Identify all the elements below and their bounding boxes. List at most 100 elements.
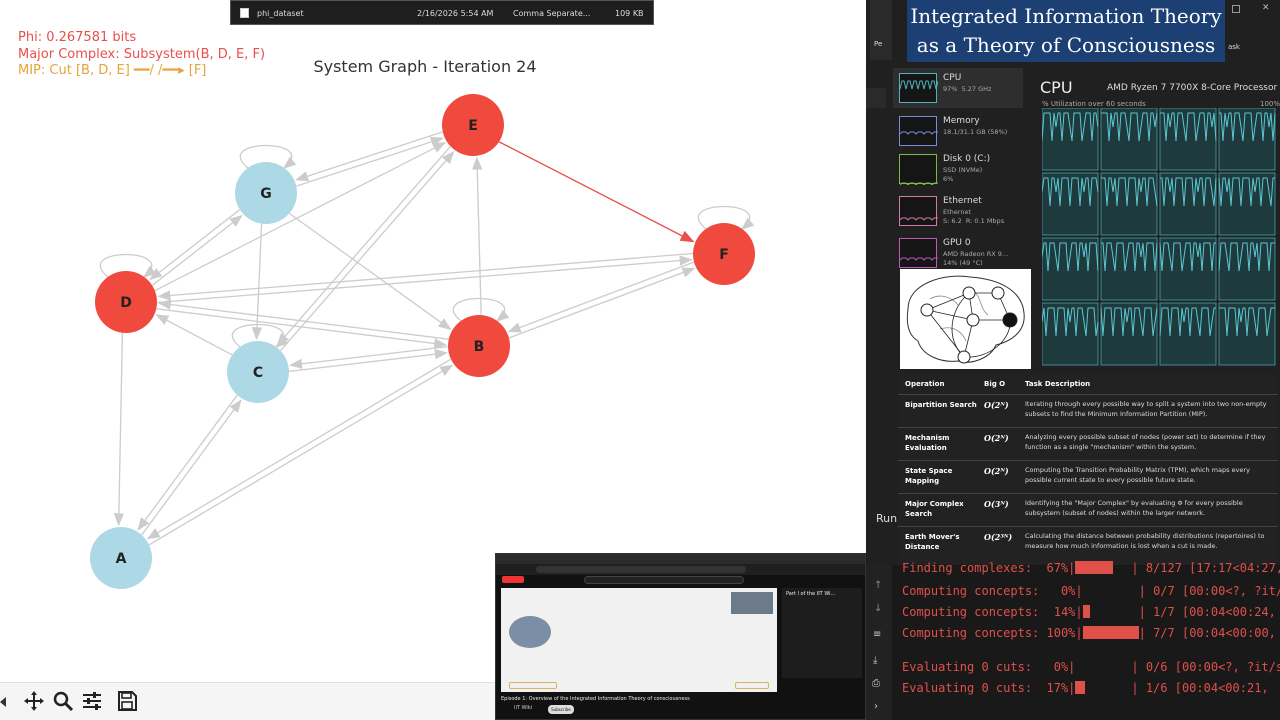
edge-E-C bbox=[276, 145, 451, 347]
description-cell: Computing the Transition Probability Mat… bbox=[1025, 466, 1250, 484]
cpu-core-graphs bbox=[1042, 108, 1276, 366]
banner-line2: as a Theory of Consciousness bbox=[916, 33, 1216, 57]
edge-D-F bbox=[157, 255, 693, 304]
perf-item-memory[interactable]: Memory 18.1/31.1 GB (58%) bbox=[893, 114, 1023, 152]
perf-item-name: Ethernet bbox=[943, 196, 982, 206]
big-o-cell: O(2ᴺ) bbox=[984, 433, 1009, 443]
perf-item-cpu[interactable]: CPU 97% 5.27 GHz bbox=[893, 71, 1023, 109]
edge-A-B bbox=[148, 364, 454, 546]
run-tab[interactable]: Run bbox=[876, 512, 897, 525]
subscribe-button[interactable]: Subscribe bbox=[548, 705, 574, 714]
progress-stats: | 0/6 [00:00<?, ?it/s] bbox=[1131, 660, 1280, 674]
video-button-left bbox=[509, 682, 557, 689]
youtube-logo-icon[interactable] bbox=[502, 576, 524, 583]
perf-item-name: GPU 0 bbox=[943, 238, 971, 248]
big-o-cell: O(3ᴺ) bbox=[984, 499, 1009, 509]
complexity-row: Bipartition Search O(2ᴺ) Iterating through… bbox=[898, 394, 1278, 426]
big-o-cell: O(2ᴺ) bbox=[984, 400, 1009, 410]
file-explorer-row[interactable]: phi_dataset 2/16/2026 5:54 AM Comma Sepa… bbox=[230, 0, 654, 25]
node-label: B bbox=[474, 339, 485, 355]
progress-label: Finding complexes: 67%| bbox=[902, 561, 1076, 575]
complexity-row: Mechanism Evaluation O(2ᴺ) Analyzing every… bbox=[898, 427, 1278, 459]
video-button-right bbox=[735, 682, 769, 689]
operation-cell: Earth Mover's Distance bbox=[905, 533, 960, 551]
operation-cell: Major Complex Search bbox=[905, 500, 964, 518]
progress-line: Evaluating 0 cuts: 17%| | 1/6 [00:04<00:2… bbox=[902, 681, 1280, 695]
csv-file-icon bbox=[240, 8, 249, 18]
channel-name[interactable]: IIT Wiki bbox=[514, 705, 532, 711]
progress-line: Finding complexes: 67%| | 8/127 [17:17<04… bbox=[902, 561, 1280, 575]
edge-E-G bbox=[295, 131, 443, 182]
edge-G-E bbox=[296, 136, 444, 187]
tab-fragment-left: Pe bbox=[874, 40, 883, 48]
back-arrow-icon[interactable] bbox=[0, 697, 6, 707]
playlist-title: Part I of the IIT Wi... bbox=[786, 591, 836, 597]
edge-D-E bbox=[154, 142, 447, 292]
edge-B-F bbox=[508, 267, 696, 339]
edge-D-A bbox=[113, 332, 125, 527]
pan-icon[interactable] bbox=[22, 689, 46, 713]
progress-label: Computing concepts: 14%| bbox=[902, 605, 1083, 619]
complexity-table: Operation Big O Task Description Biparti… bbox=[898, 374, 1278, 564]
scroll-down-icon[interactable]: ↓ bbox=[874, 603, 882, 614]
description-cell: Calculating the distance between probabi… bbox=[1025, 532, 1265, 550]
video-player[interactable] bbox=[501, 588, 777, 692]
save-icon[interactable] bbox=[115, 689, 139, 713]
header-description: Task Description bbox=[1025, 380, 1091, 388]
youtube-pip[interactable]: Episode 1: Overview of the Integrated In… bbox=[495, 553, 866, 720]
configure-icon[interactable] bbox=[80, 689, 104, 713]
perf-item-ethernet[interactable]: Ethernet Ethernet S: 6.2 R: 0.1 Mbps bbox=[893, 194, 1023, 232]
maximize-icon[interactable] bbox=[1232, 5, 1240, 13]
sidebar-button bbox=[866, 88, 886, 108]
complexity-row: Earth Mover's Distance O(2³ᴺ) Calculating … bbox=[898, 526, 1278, 558]
edge-G-D bbox=[149, 209, 241, 281]
plot-title: System Graph - Iteration 24 bbox=[313, 57, 537, 76]
presenter-inset bbox=[731, 592, 773, 614]
wrap-icon[interactable]: ≡ bbox=[873, 629, 881, 640]
header-big-o: Big O bbox=[984, 380, 1006, 388]
node-label: A bbox=[116, 551, 127, 567]
edge-D-G bbox=[151, 214, 243, 286]
edge-E-F bbox=[498, 141, 695, 243]
progress-bar bbox=[1082, 626, 1139, 639]
perf-sparkline bbox=[899, 154, 938, 186]
expand-icon[interactable]: › bbox=[874, 701, 878, 712]
download-icon[interactable]: ⤓ bbox=[873, 655, 877, 666]
cpu-core-graph bbox=[1042, 302, 1099, 366]
perf-item-detail: AMD Radeon RX 9... 14% (49 °C) bbox=[943, 250, 1009, 267]
progress-line: Evaluating 0 cuts: 0%| | 0/6 [00:00<?, ?i… bbox=[902, 660, 1280, 674]
video-figure bbox=[509, 616, 551, 648]
file-date: 2/16/2026 5:54 AM bbox=[417, 9, 494, 18]
perf-sparkline bbox=[899, 73, 939, 103]
operation-cell: Mechanism Evaluation bbox=[905, 434, 950, 452]
cpu-core-graph bbox=[1218, 172, 1276, 236]
search-input[interactable] bbox=[584, 576, 744, 584]
cpu-util-max: 100% bbox=[1260, 100, 1280, 108]
progress-stats: | 0/7 [00:00<?, ?it/s] bbox=[1138, 584, 1280, 598]
file-size: 109 KB bbox=[615, 9, 644, 18]
edge-B-E bbox=[472, 156, 483, 315]
cpu-title: CPU bbox=[1040, 78, 1073, 97]
close-icon[interactable]: ✕ bbox=[1262, 3, 1270, 13]
scroll-up-icon[interactable]: ↑ bbox=[874, 580, 882, 591]
edge-F-D bbox=[157, 252, 693, 301]
progress-label: Evaluating 0 cuts: 0%| bbox=[902, 660, 1076, 674]
description-cell: Identifying the "Major Complex" by evalu… bbox=[1025, 499, 1243, 517]
progress-bar bbox=[1075, 561, 1113, 574]
print-icon[interactable]: ⎙ bbox=[872, 678, 880, 689]
browser-address-bar bbox=[496, 564, 865, 575]
file-name: phi_dataset bbox=[257, 9, 304, 18]
tab-fragment-right: ask bbox=[1228, 43, 1240, 51]
zoom-icon[interactable] bbox=[51, 689, 75, 713]
terminal-output: ↑ ↓ ≡ ⤓ ⎙ › Finding complexes: 67%| | 8/1… bbox=[866, 561, 1280, 720]
cpu-util-label: % Utilization over 60 seconds bbox=[1042, 100, 1146, 108]
progress-label: Computing concepts: 100%| bbox=[902, 626, 1083, 640]
perf-item-disk[interactable]: Disk 0 (C:) SSD (NVMe) 6% bbox=[893, 152, 1023, 190]
banner-line1: Integrated Information Theory bbox=[910, 4, 1222, 28]
browser-tab-bar bbox=[496, 554, 865, 564]
progress-stats: | 1/7 [00:04<00:24, 4.03s/it] bbox=[1138, 605, 1276, 619]
iit-banner: Integrated Information Theory as a Theor… bbox=[907, 0, 1225, 62]
edge-B-A bbox=[146, 358, 452, 540]
node-label: F bbox=[719, 247, 729, 263]
cpu-core-graph bbox=[1100, 302, 1158, 366]
